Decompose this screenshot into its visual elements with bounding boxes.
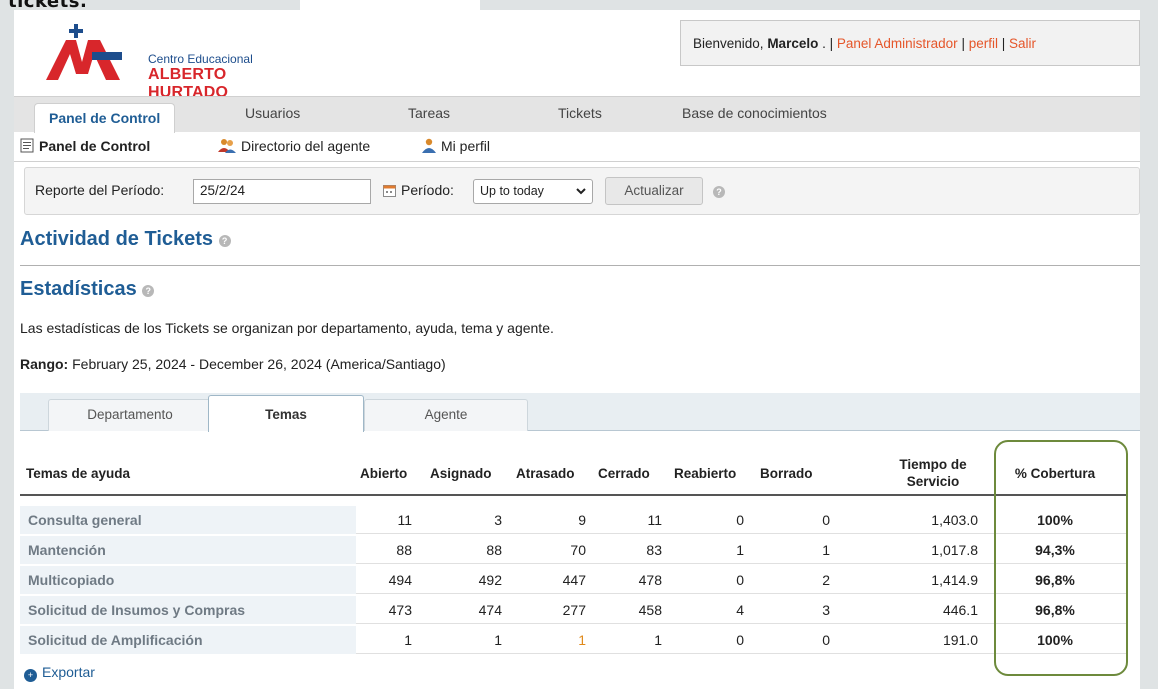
welcome-text: Bienvenido, [693,36,768,51]
report-filter-bar: Reporte del Período: 25/2/24 Período: Up… [24,167,1140,215]
stats-tab-bar: Departamento Temas Agente [20,393,1140,432]
user-name: Marcelo [767,36,819,51]
header-closed[interactable]: Cerrado [598,466,650,481]
period-label-group: Período: [383,182,454,198]
report-date-input[interactable]: 25/2/24 [193,179,371,204]
user-icon [422,138,436,153]
help-icon[interactable]: ? [142,285,155,297]
stats-heading: Estadísticas ? [20,278,155,301]
stats-description: Las estadísticas de los Tickets se organ… [20,320,554,336]
help-icon[interactable]: ? [713,183,725,199]
coverage-highlight-outline [994,440,1128,676]
topic-link[interactable]: Multicopiado [20,566,356,594]
header-open[interactable]: Abierto [360,466,407,481]
subnav-agent-directory[interactable]: Directorio del agente [218,138,370,154]
topic-link[interactable]: Solicitud de Insumos y Compras [20,596,356,624]
tab-knowledge-base[interactable]: Base de conocimientos [682,105,827,121]
table-row: Multicopiado 494 492 447 478 0 2 1,414.9… [20,566,1126,594]
header-deleted[interactable]: Borrado [760,466,813,481]
topic-link[interactable]: Solicitud de Amplificación [20,626,356,654]
activity-heading: Actividad de Tickets ? [20,228,231,251]
tab-agent[interactable]: Agente [364,399,528,431]
report-period-label: Reporte del Período: [35,182,165,198]
user-bar: Bienvenido, Marcelo . | Panel Administra… [680,20,1140,66]
header-topic[interactable]: Temas de ayuda [26,466,130,481]
export-link[interactable]: + Exportar [24,664,95,682]
tab-department[interactable]: Departamento [48,399,212,431]
table-row: Solicitud de Insumos y Compras 473 474 2… [20,596,1126,624]
admin-panel-link[interactable]: Panel Administrador [837,36,958,51]
header-service-time[interactable]: Tiempo de Servicio [878,456,988,490]
period-select[interactable]: Up to today [473,179,593,204]
header-overdue[interactable]: Atrasado [516,466,575,481]
table-row: Consulta general 11 3 9 11 0 0 1,403.0 1… [20,506,1126,534]
tab-tasks[interactable]: Tareas [408,105,450,121]
table-row: Mantención 88 88 70 83 1 1 1,017.8 94,3% [20,536,1126,564]
users-icon [218,139,236,153]
profile-link[interactable]: perfil [969,36,998,51]
chevron-down-icon [576,188,586,195]
app-frame: Centro Educacional ALBERTO HURTADO Bienv… [14,10,1140,689]
topic-link[interactable]: Consulta general [20,506,356,534]
tab-tickets[interactable]: Tickets [558,105,602,121]
plus-circle-icon: + [24,669,37,682]
logo-line-1: Centro Educacional [148,52,253,66]
help-icon[interactable]: ? [218,235,231,247]
subnav-my-profile[interactable]: Mi perfil [422,138,490,154]
school-logo[interactable]: Centro Educacional ALBERTO HURTADO [42,22,302,101]
divider [20,265,1140,266]
date-range: Rango: February 25, 2024 - December 26, … [20,356,446,372]
refresh-button[interactable]: Actualizar [605,177,703,205]
header-reopened[interactable]: Reabierto [674,466,736,481]
background-right [1140,0,1158,689]
topic-link[interactable]: Mantención [20,536,356,564]
document-icon [20,138,34,153]
background-top [0,0,1158,10]
header-assigned[interactable]: Asignado [430,466,492,481]
subnav-dashboard[interactable]: Panel de Control [20,138,150,154]
main-nav: Panel de Control Usuarios Tareas Tickets… [14,96,1140,133]
logo-mark-icon [46,24,122,80]
sub-nav: Panel de Control Directorio del agente M… [14,132,1140,162]
table-row: Solicitud de Amplificación 1 1 1 1 0 0 1… [20,626,1126,654]
tab-dashboard[interactable]: Panel de Control [34,103,176,133]
background-left [0,0,14,689]
tab-topics[interactable]: Temas [208,395,364,432]
tab-users[interactable]: Usuarios [245,105,300,121]
calendar-icon[interactable] [383,184,396,197]
logout-link[interactable]: Salir [1009,36,1036,51]
header-rule [20,494,1126,496]
